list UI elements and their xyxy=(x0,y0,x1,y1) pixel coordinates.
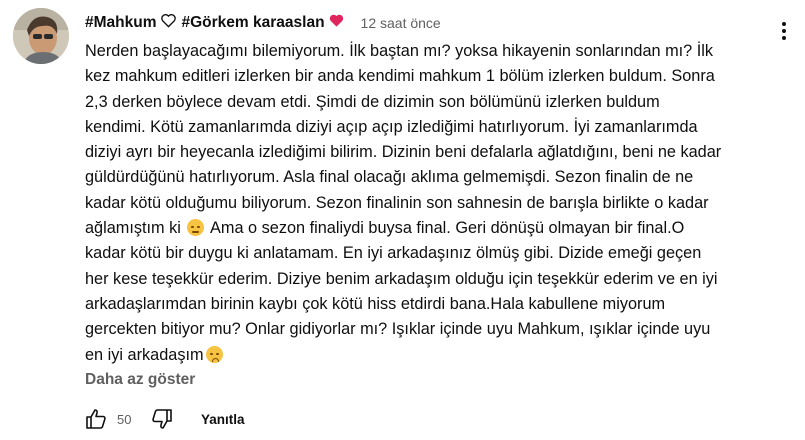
comment-line: her kese teşekkür ederim. Diziye benim a… xyxy=(85,269,718,288)
like-button[interactable] xyxy=(81,404,111,434)
comment-line: Nerden başlayacağımı bilemiyorum. İlk ba… xyxy=(85,42,714,60)
comment-header: #Mahkum #Görkem karaaslan 12 saat önce xyxy=(85,12,441,34)
heart-red-icon xyxy=(328,13,345,33)
comment-line: 2,3 derken böylece devam etdi. Şimdi de … xyxy=(85,92,660,111)
show-less-button[interactable]: Daha az göster xyxy=(85,371,195,389)
comment-line: gercekten bitiyor mu? Onlar gidiyorlar m… xyxy=(85,320,711,339)
comment-line: kadar kötü bir duygu ki anlatamam. En iy… xyxy=(85,244,702,263)
thumb-down-icon xyxy=(152,409,172,429)
comment-line: ağlamıştım ki Ama o sezon finaliydi buys… xyxy=(85,216,785,241)
comment-line: diziyi ayrı bir heyecanla izlediğimi bil… xyxy=(85,143,722,162)
comment-line: arkadaşlarımdan birinin kaybı çok kötü h… xyxy=(85,294,666,313)
comment-line: kadar kötü olduğumu biliyorum. Sezon fin… xyxy=(85,193,709,212)
comment-actions: 50 Yanıtla xyxy=(81,404,253,434)
author-name[interactable]: #Mahkum #Görkem karaaslan xyxy=(85,13,347,33)
thumb-up-icon xyxy=(86,409,106,429)
avatar[interactable] xyxy=(13,8,69,64)
comment-line: en iyi arkadaşım xyxy=(85,343,785,368)
comment-timestamp[interactable]: 12 saat önce xyxy=(361,15,441,31)
reply-button[interactable]: Yanıtla xyxy=(193,408,253,431)
comment-line: kez mahkum editleri izlerken bir anda ke… xyxy=(85,67,715,86)
avatar-image xyxy=(13,8,69,64)
pleading-face-emoji xyxy=(205,345,223,363)
like-count: 50 xyxy=(117,411,132,427)
comment-text-segment: Ama o sezon finaliydi buysa final. Geri … xyxy=(206,219,685,238)
comment-line: kendimi. Kötü zamanlarımda diziyi açıp a… xyxy=(85,117,698,136)
author-handle[interactable]: #Mahkum xyxy=(85,14,157,32)
author-handle-suffix[interactable]: #Görkem karaaslan xyxy=(182,14,325,32)
comment-text-segment: en iyi arkadaşım xyxy=(85,345,204,364)
comment-line: güldürdüğünü hatırlıyorum. Asla final ol… xyxy=(85,168,694,187)
comment-text-segment: ağlamıştım ki xyxy=(85,219,186,238)
heart-outline-icon xyxy=(160,13,177,33)
comment-text: Nerden başlayacağımı bilemiyorum. İlk ba… xyxy=(85,39,785,368)
dislike-button[interactable] xyxy=(147,404,177,434)
sad-face-emoji xyxy=(187,219,205,237)
